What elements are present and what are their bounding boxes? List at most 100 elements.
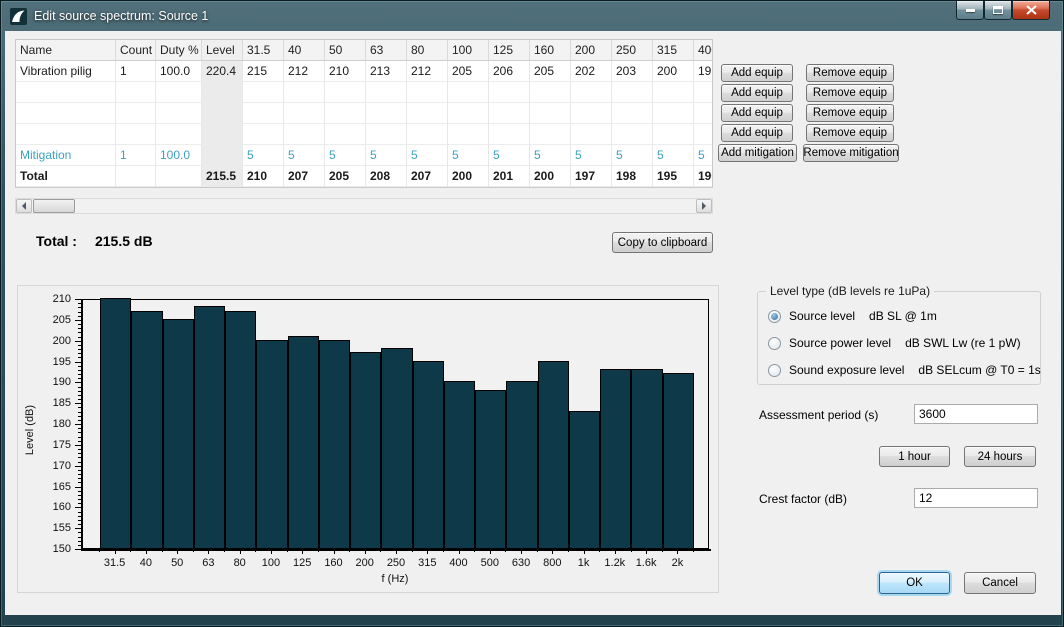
table-cell[interactable] (694, 82, 713, 103)
add-mitigation-button[interactable]: Add mitigation (718, 144, 797, 162)
assessment-period-input[interactable] (914, 404, 1038, 424)
table-cell[interactable]: 1 (116, 145, 156, 166)
add-equip-button[interactable]: Add equip (721, 64, 793, 82)
table-cell[interactable] (243, 82, 284, 103)
ok-button[interactable]: OK (879, 572, 950, 594)
table-cell[interactable] (653, 124, 694, 145)
table-cell[interactable]: 210 (325, 61, 366, 82)
table-cell[interactable] (156, 166, 202, 187)
table-cell[interactable]: 190 (694, 166, 713, 187)
table-cell[interactable]: 5 (694, 145, 713, 166)
table-cell[interactable]: 5 (366, 145, 407, 166)
close-button[interactable] (1012, 1, 1050, 20)
level-type-option[interactable]: Source leveldB SL @ 1m (768, 308, 937, 324)
table-cell[interactable] (156, 82, 202, 103)
table-cell[interactable] (156, 124, 202, 145)
table-cell[interactable]: 5 (448, 145, 489, 166)
table-cell[interactable]: 207 (284, 166, 325, 187)
table-cell[interactable]: 197 (571, 166, 612, 187)
radio-unselected-icon[interactable] (768, 337, 781, 350)
table-cell[interactable]: 220.4 (202, 61, 243, 82)
table-cell-name[interactable] (16, 103, 116, 124)
table-cell[interactable] (243, 103, 284, 124)
table-cell[interactable]: 195 (694, 61, 713, 82)
scrollbar-thumb[interactable] (33, 199, 75, 213)
table-cell[interactable]: 215 (243, 61, 284, 82)
minimize-button[interactable] (956, 1, 984, 20)
add-equip-button[interactable]: Add equip (721, 124, 793, 142)
table-cell[interactable]: 201 (489, 166, 530, 187)
level-type-option[interactable]: Source power leveldB SWL Lw (re 1 pW) (768, 335, 1021, 351)
table-cell[interactable] (325, 82, 366, 103)
table-cell[interactable] (448, 103, 489, 124)
spectrum-table[interactable]: NameCountDuty %Level31.54050638010012516… (15, 39, 713, 188)
radio-selected-icon[interactable] (768, 310, 781, 323)
table-cell[interactable] (653, 103, 694, 124)
table-cell[interactable] (612, 82, 653, 103)
table-cell[interactable]: 100.0 (156, 61, 202, 82)
table-cell[interactable] (571, 103, 612, 124)
table-cell[interactable] (325, 124, 366, 145)
table-cell[interactable]: 5 (530, 145, 571, 166)
table-cell[interactable]: 205 (325, 166, 366, 187)
copy-to-clipboard-button[interactable]: Copy to clipboard (612, 232, 713, 253)
table-cell[interactable] (366, 124, 407, 145)
table-cell[interactable]: 208 (366, 166, 407, 187)
table-cell[interactable]: 5 (407, 145, 448, 166)
table-cell[interactable]: 210 (243, 166, 284, 187)
table-cell[interactable] (571, 82, 612, 103)
table-cell[interactable] (325, 103, 366, 124)
table-cell-name[interactable] (16, 124, 116, 145)
table-cell[interactable]: 195 (653, 166, 694, 187)
table-cell[interactable] (530, 124, 571, 145)
table-cell[interactable] (694, 124, 713, 145)
table-cell[interactable] (407, 103, 448, 124)
table-cell[interactable]: 202 (571, 61, 612, 82)
table-cell-name[interactable]: Vibration pilig (16, 61, 116, 82)
table-cell[interactable]: 205 (530, 61, 571, 82)
remove-mitigation-button[interactable]: Remove mitigation (803, 144, 899, 162)
table-cell[interactable]: 212 (407, 61, 448, 82)
table-cell[interactable] (489, 124, 530, 145)
table-cell[interactable]: 5 (612, 145, 653, 166)
table-cell[interactable] (202, 124, 243, 145)
table-cell[interactable] (530, 82, 571, 103)
table-cell[interactable] (530, 103, 571, 124)
table-cell[interactable] (448, 82, 489, 103)
table-cell[interactable]: 200 (448, 166, 489, 187)
table-cell-name[interactable]: Total (16, 166, 116, 187)
crest-factor-input[interactable] (914, 488, 1038, 508)
table-cell[interactable] (202, 145, 243, 166)
table-cell[interactable]: 5 (243, 145, 284, 166)
table-cell[interactable] (116, 103, 156, 124)
table-cell[interactable]: 5 (325, 145, 366, 166)
table-cell[interactable]: 212 (284, 61, 325, 82)
table-cell[interactable]: 213 (366, 61, 407, 82)
table-cell[interactable] (653, 82, 694, 103)
table-cell[interactable] (366, 82, 407, 103)
scroll-right-button[interactable] (696, 199, 712, 213)
table-cell[interactable] (116, 166, 156, 187)
table-cell[interactable] (694, 103, 713, 124)
table-cell[interactable]: 100.0 (156, 145, 202, 166)
add-equip-button[interactable]: Add equip (721, 104, 793, 122)
remove-equip-button[interactable]: Remove equip (806, 64, 894, 82)
table-cell[interactable] (571, 124, 612, 145)
cancel-button[interactable]: Cancel (964, 572, 1036, 594)
horizontal-scrollbar[interactable] (15, 198, 713, 214)
table-cell[interactable] (489, 103, 530, 124)
level-type-option[interactable]: Sound exposure leveldB SELcum @ T0 = 1s (768, 362, 1041, 378)
remove-equip-button[interactable]: Remove equip (806, 84, 894, 102)
table-cell[interactable]: 5 (489, 145, 530, 166)
table-cell[interactable] (284, 82, 325, 103)
table-cell[interactable] (284, 124, 325, 145)
table-cell[interactable] (116, 82, 156, 103)
table-cell[interactable]: 205 (448, 61, 489, 82)
table-cell[interactable] (202, 103, 243, 124)
table-cell[interactable] (366, 103, 407, 124)
table-cell[interactable] (243, 124, 284, 145)
table-cell[interactable] (612, 124, 653, 145)
24-hours-button[interactable]: 24 hours (964, 446, 1036, 467)
table-cell[interactable] (407, 124, 448, 145)
add-equip-button[interactable]: Add equip (721, 84, 793, 102)
